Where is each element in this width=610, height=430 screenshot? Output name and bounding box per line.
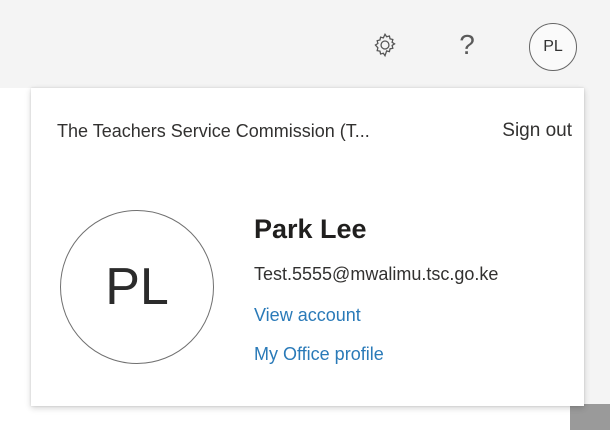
background-strip (580, 88, 610, 408)
help-button[interactable]: ? (452, 25, 482, 65)
avatar-initials-large: PL (105, 258, 169, 316)
top-header-bar: ? PL (0, 0, 610, 88)
help-icon: ? (459, 29, 475, 60)
office-profile-link[interactable]: My Office profile (254, 344, 384, 365)
sign-out-link[interactable]: Sign out (502, 120, 572, 142)
gear-icon (374, 32, 396, 58)
background-strip-dark (570, 404, 610, 430)
account-avatar-button[interactable]: PL (529, 23, 577, 71)
settings-button[interactable] (367, 27, 403, 63)
page: ? PL The Teachers Service Commission (T.… (0, 0, 610, 430)
account-flyout: The Teachers Service Commission (T... Si… (31, 88, 584, 406)
avatar-initials: PL (543, 38, 563, 55)
user-display-name: Park Lee (254, 214, 367, 244)
avatar: PL (60, 210, 214, 364)
user-email: Test.5555@mwalimu.tsc.go.ke (254, 264, 499, 284)
organization-name: The Teachers Service Commission (T... (57, 121, 370, 141)
view-account-link[interactable]: View account (254, 305, 361, 326)
